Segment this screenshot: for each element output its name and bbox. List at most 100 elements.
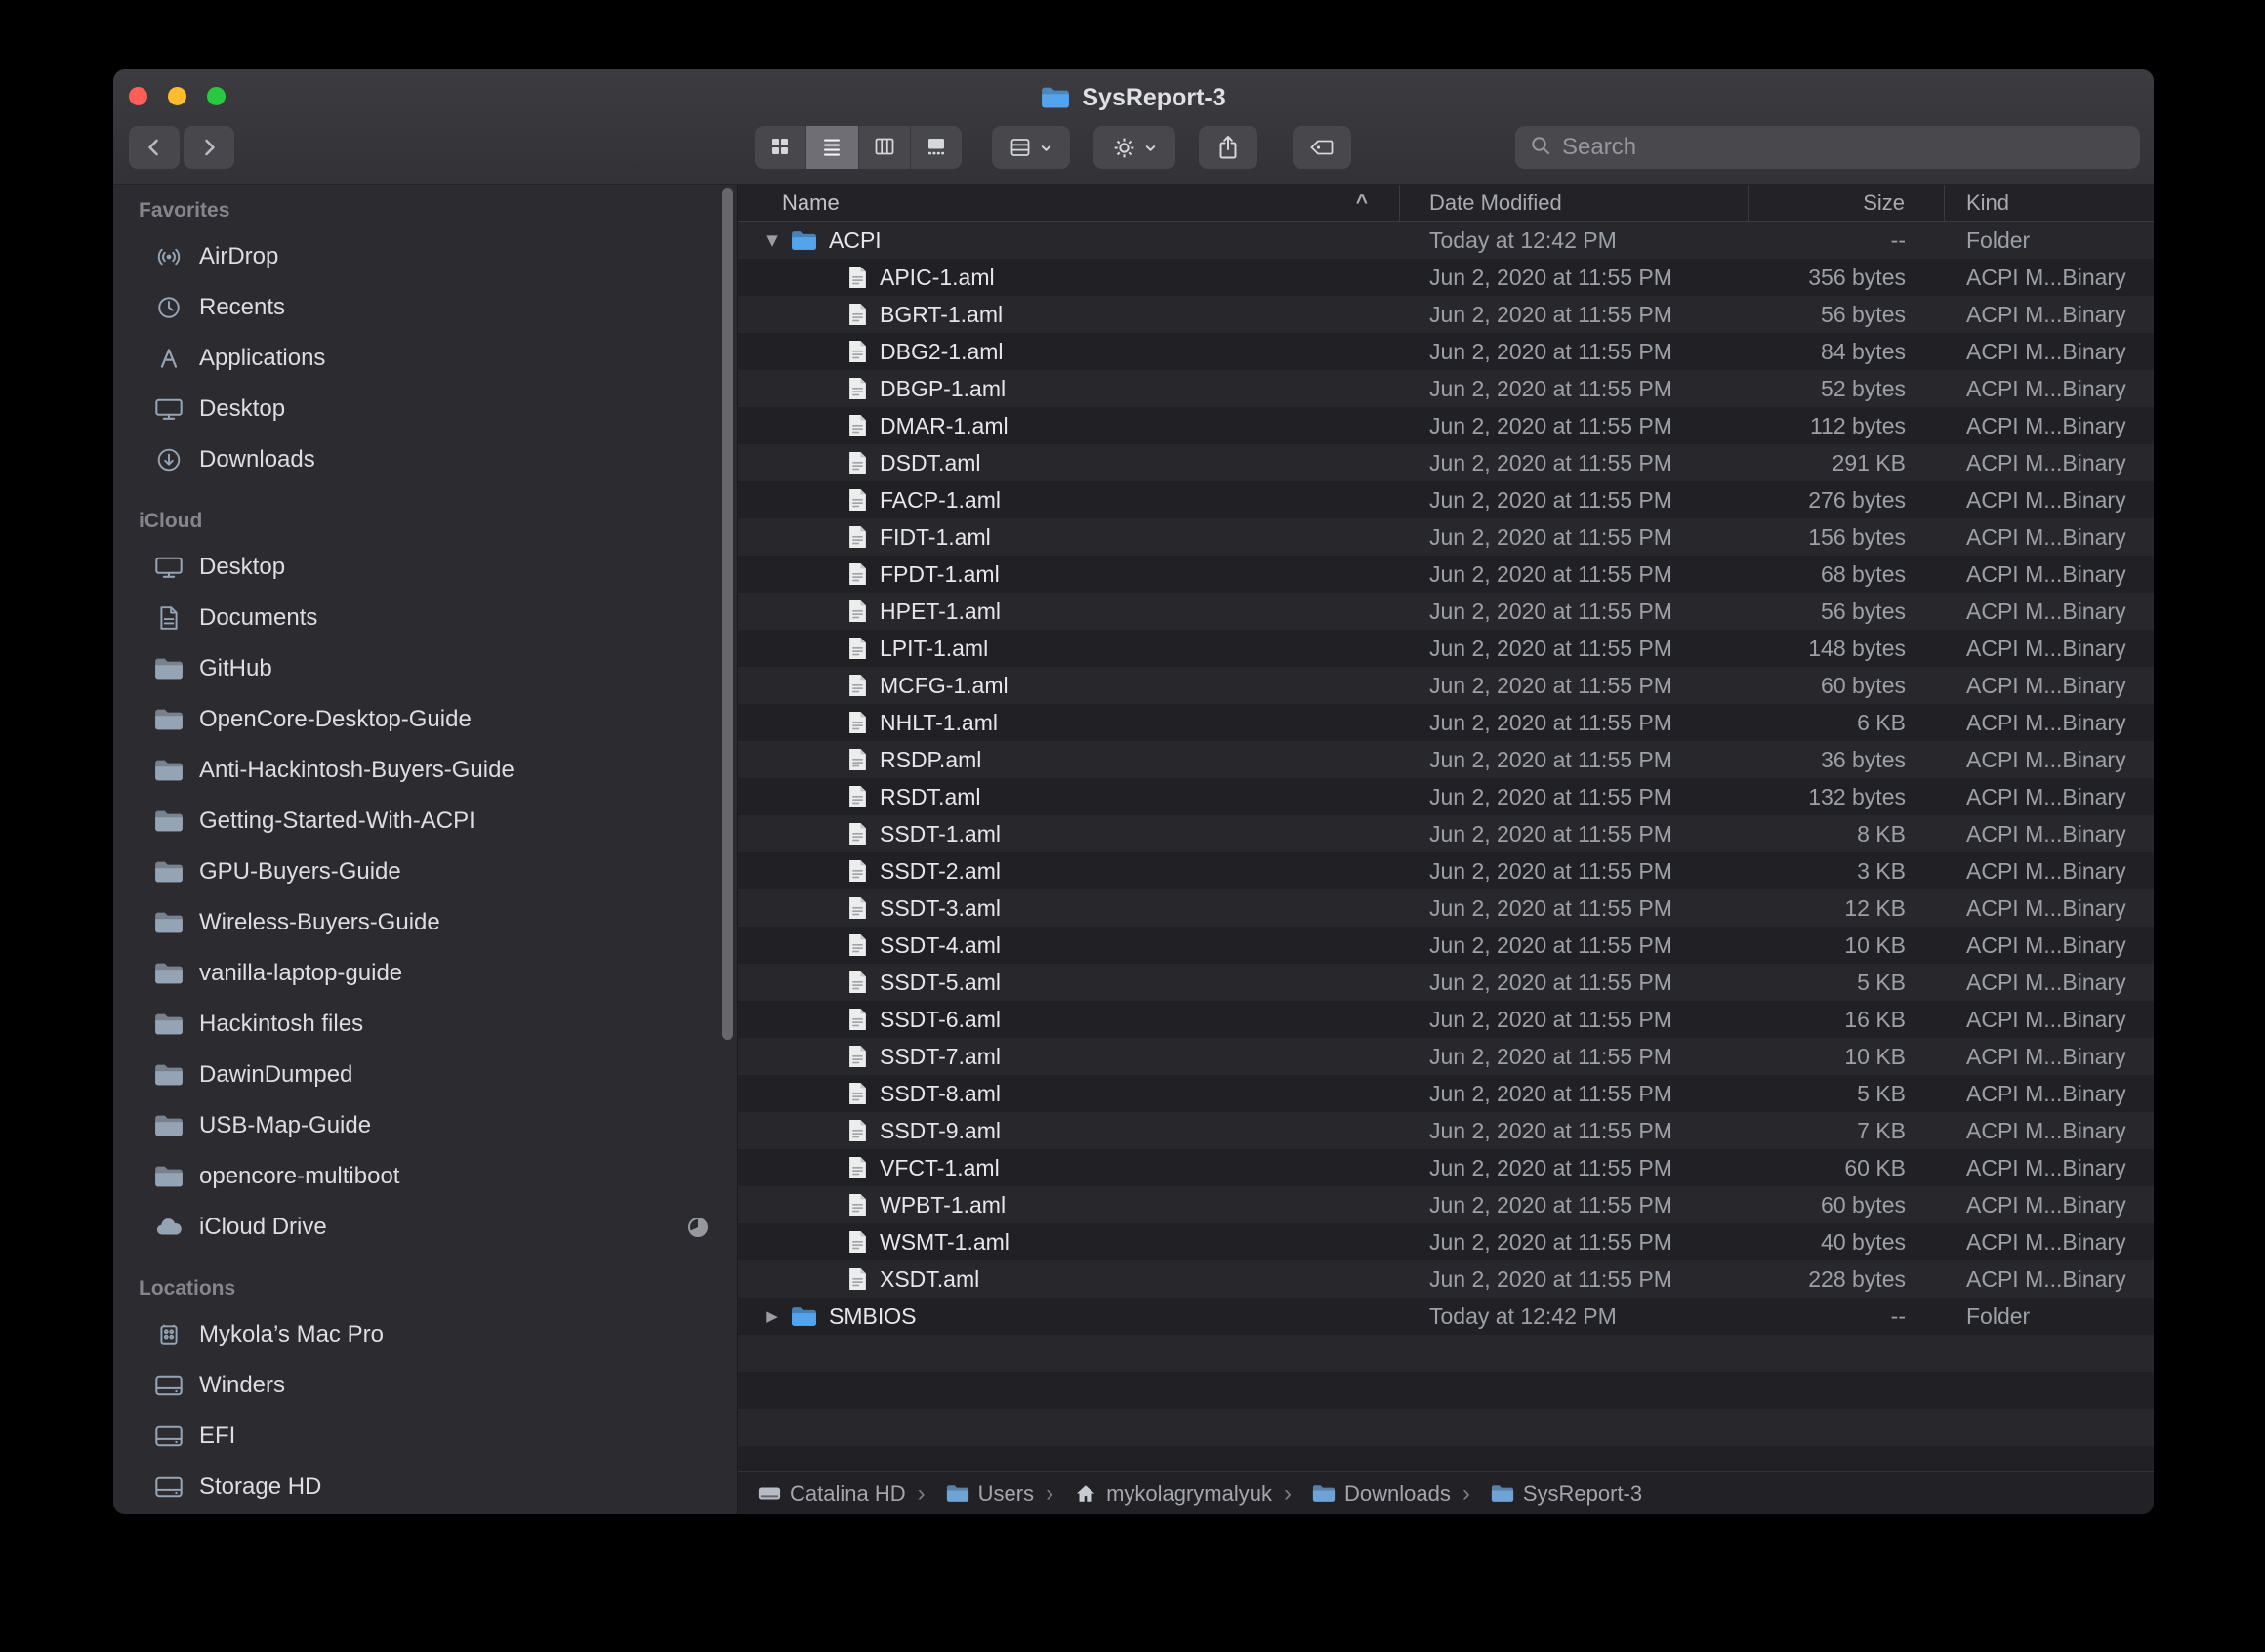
- table-row[interactable]: FIDT-1.aml Jun 2, 2020 at 11:55 PM 156 b…: [738, 518, 2154, 556]
- back-button[interactable]: [129, 126, 180, 169]
- table-row[interactable]: SSDT-1.aml Jun 2, 2020 at 11:55 PM 8 KB …: [738, 815, 2154, 852]
- table-row[interactable]: DSDT.aml Jun 2, 2020 at 11:55 PM 291 KB …: [738, 444, 2154, 481]
- disclosure-triangle[interactable]: ▼: [762, 231, 783, 249]
- table-row[interactable]: ▼ ACPI Today at 12:42 PM -- Folder: [738, 222, 2154, 259]
- path-item-label: SysReport-3: [1523, 1481, 1642, 1507]
- sidebar-item[interactable]: vanilla-laptop-guide: [113, 948, 737, 999]
- column-header-name[interactable]: Name ^: [738, 185, 1400, 221]
- table-row[interactable]: DMAR-1.aml Jun 2, 2020 at 11:55 PM 112 b…: [738, 407, 2154, 444]
- table-row[interactable]: SSDT-2.aml Jun 2, 2020 at 11:55 PM 3 KB …: [738, 852, 2154, 889]
- sidebar-item[interactable]: GPU-Buyers-Guide: [113, 847, 737, 897]
- name-cell: FACP-1.aml: [738, 487, 1400, 514]
- sidebar-item[interactable]: GitHub: [113, 643, 737, 694]
- path-item[interactable]: Catalina HD: [758, 1481, 906, 1507]
- path-item[interactable]: Users: [906, 1480, 1034, 1507]
- column-header-date-modified[interactable]: Date Modified: [1400, 185, 1749, 221]
- table-row[interactable]: DBG2-1.aml Jun 2, 2020 at 11:55 PM 84 by…: [738, 333, 2154, 370]
- sidebar-item[interactable]: Winders: [113, 1360, 737, 1411]
- file-name: RSDP.aml: [880, 747, 981, 773]
- sidebar-item[interactable]: Desktop: [113, 542, 737, 593]
- sidebar-item[interactable]: Mykola’s Mac Pro: [113, 1309, 737, 1360]
- icon-view-button[interactable]: [755, 126, 805, 169]
- search-field[interactable]: [1515, 126, 2140, 169]
- close-button[interactable]: [129, 87, 147, 105]
- folder-icon: [1041, 86, 1070, 109]
- name-cell: DSDT.aml: [738, 450, 1400, 476]
- sidebar-item[interactable]: iCloud Drive: [113, 1202, 737, 1253]
- list-view-button[interactable]: [805, 126, 857, 169]
- file-name: SSDT-6.aml: [880, 1007, 1001, 1033]
- sidebar-item[interactable]: Desktop: [113, 384, 737, 434]
- table-row[interactable]: VFCT-1.aml Jun 2, 2020 at 11:55 PM 60 KB…: [738, 1149, 2154, 1186]
- sidebar-item[interactable]: OpenCore-Desktop-Guide: [113, 694, 737, 745]
- path-item[interactable]: mykolagrymalyuk: [1034, 1480, 1272, 1507]
- file-size: 276 bytes: [1749, 487, 1945, 514]
- table-row[interactable]: SSDT-4.aml Jun 2, 2020 at 11:55 PM 10 KB…: [738, 927, 2154, 964]
- sidebar-item[interactable]: Documents: [113, 593, 737, 643]
- forward-button[interactable]: [184, 126, 234, 169]
- table-row[interactable]: SSDT-7.aml Jun 2, 2020 at 11:55 PM 10 KB…: [738, 1038, 2154, 1075]
- sidebar-item[interactable]: EFI: [113, 1411, 737, 1462]
- gear-icon: [1112, 136, 1136, 160]
- sidebar-item[interactable]: Downloads: [113, 434, 737, 485]
- minimize-button[interactable]: [168, 87, 186, 105]
- table-row[interactable]: SSDT-6.aml Jun 2, 2020 at 11:55 PM 16 KB…: [738, 1001, 2154, 1038]
- sidebar-scrollbar[interactable]: [722, 188, 733, 1040]
- sidebar-item[interactable]: Applications: [113, 333, 737, 384]
- table-row[interactable]: LPIT-1.aml Jun 2, 2020 at 11:55 PM 148 b…: [738, 630, 2154, 667]
- sidebar-item[interactable]: DawinDumped: [113, 1050, 737, 1100]
- name-cell: LPIT-1.aml: [738, 636, 1400, 662]
- table-row[interactable]: FACP-1.aml Jun 2, 2020 at 11:55 PM 276 b…: [738, 481, 2154, 518]
- table-row[interactable]: RSDT.aml Jun 2, 2020 at 11:55 PM 132 byt…: [738, 778, 2154, 815]
- disclosure-triangle[interactable]: ▶: [762, 1307, 783, 1325]
- sidebar-item[interactable]: USB-Map-Guide: [113, 1100, 737, 1151]
- column-header-size[interactable]: Size: [1749, 185, 1945, 221]
- share-button[interactable]: [1199, 126, 1257, 169]
- sidebar-item[interactable]: AirDrop: [113, 231, 737, 282]
- path-item[interactable]: SysReport-3: [1451, 1480, 1642, 1507]
- table-row[interactable]: MCFG-1.aml Jun 2, 2020 at 11:55 PM 60 by…: [738, 667, 2154, 704]
- table-row[interactable]: APIC-1.aml Jun 2, 2020 at 11:55 PM 356 b…: [738, 259, 2154, 296]
- path-item[interactable]: Downloads: [1272, 1480, 1451, 1507]
- traffic-lights: [129, 87, 226, 105]
- sidebar-item[interactable]: Recents: [113, 282, 737, 333]
- table-row[interactable]: DBGP-1.aml Jun 2, 2020 at 11:55 PM 52 by…: [738, 370, 2154, 407]
- table-row[interactable]: BGRT-1.aml Jun 2, 2020 at 11:55 PM 56 by…: [738, 296, 2154, 333]
- table-row[interactable]: SSDT-3.aml Jun 2, 2020 at 11:55 PM 12 KB…: [738, 889, 2154, 927]
- name-cell: FIDT-1.aml: [738, 524, 1400, 551]
- column-view-button[interactable]: [858, 126, 910, 169]
- name-cell: SSDT-7.aml: [738, 1044, 1400, 1070]
- zoom-button[interactable]: [207, 87, 226, 105]
- sidebar-item[interactable]: opencore-multiboot: [113, 1151, 737, 1202]
- table-row[interactable]: WPBT-1.aml Jun 2, 2020 at 11:55 PM 60 by…: [738, 1186, 2154, 1223]
- column-header-kind[interactable]: Kind: [1945, 185, 2154, 221]
- table-row[interactable]: SSDT-5.aml Jun 2, 2020 at 11:55 PM 5 KB …: [738, 964, 2154, 1001]
- table-row[interactable]: XSDT.aml Jun 2, 2020 at 11:55 PM 228 byt…: [738, 1260, 2154, 1298]
- sidebar-item-label: Storage HD: [199, 1473, 720, 1501]
- sidebar-item[interactable]: Anti-Hackintosh-Buyers-Guide: [113, 745, 737, 796]
- search-input[interactable]: [1562, 134, 2126, 161]
- gallery-view-button[interactable]: [910, 126, 962, 169]
- table-row[interactable]: HPET-1.aml Jun 2, 2020 at 11:55 PM 56 by…: [738, 593, 2154, 630]
- file-icon: [847, 1044, 868, 1069]
- sidebar-item[interactable]: Storage HD: [113, 1462, 737, 1512]
- name-cell: SSDT-6.aml: [738, 1007, 1400, 1033]
- sidebar-item[interactable]: Hackintosh files: [113, 999, 737, 1050]
- table-row[interactable]: NHLT-1.aml Jun 2, 2020 at 11:55 PM 6 KB …: [738, 704, 2154, 741]
- table-row[interactable]: ▶ SMBIOS Today at 12:42 PM -- Folder: [738, 1298, 2154, 1335]
- table-row[interactable]: WSMT-1.aml Jun 2, 2020 at 11:55 PM 40 by…: [738, 1223, 2154, 1260]
- file-kind: ACPI M...Binary: [1945, 339, 2154, 365]
- tag-button[interactable]: [1293, 126, 1351, 169]
- folder-icon: [152, 859, 185, 885]
- table-row[interactable]: RSDP.aml Jun 2, 2020 at 11:55 PM 36 byte…: [738, 741, 2154, 778]
- action-button[interactable]: [1093, 126, 1175, 169]
- file-icon: [847, 858, 868, 884]
- sidebar-item-label: Desktop: [199, 554, 720, 581]
- sidebar-item[interactable]: Getting-Started-With-ACPI: [113, 796, 737, 847]
- table-row[interactable]: SSDT-9.aml Jun 2, 2020 at 11:55 PM 7 KB …: [738, 1112, 2154, 1149]
- group-button[interactable]: [992, 126, 1070, 169]
- group-icon: [1009, 136, 1032, 159]
- table-row[interactable]: SSDT-8.aml Jun 2, 2020 at 11:55 PM 5 KB …: [738, 1075, 2154, 1112]
- sidebar-item[interactable]: Wireless-Buyers-Guide: [113, 897, 737, 948]
- table-row[interactable]: FPDT-1.aml Jun 2, 2020 at 11:55 PM 68 by…: [738, 556, 2154, 593]
